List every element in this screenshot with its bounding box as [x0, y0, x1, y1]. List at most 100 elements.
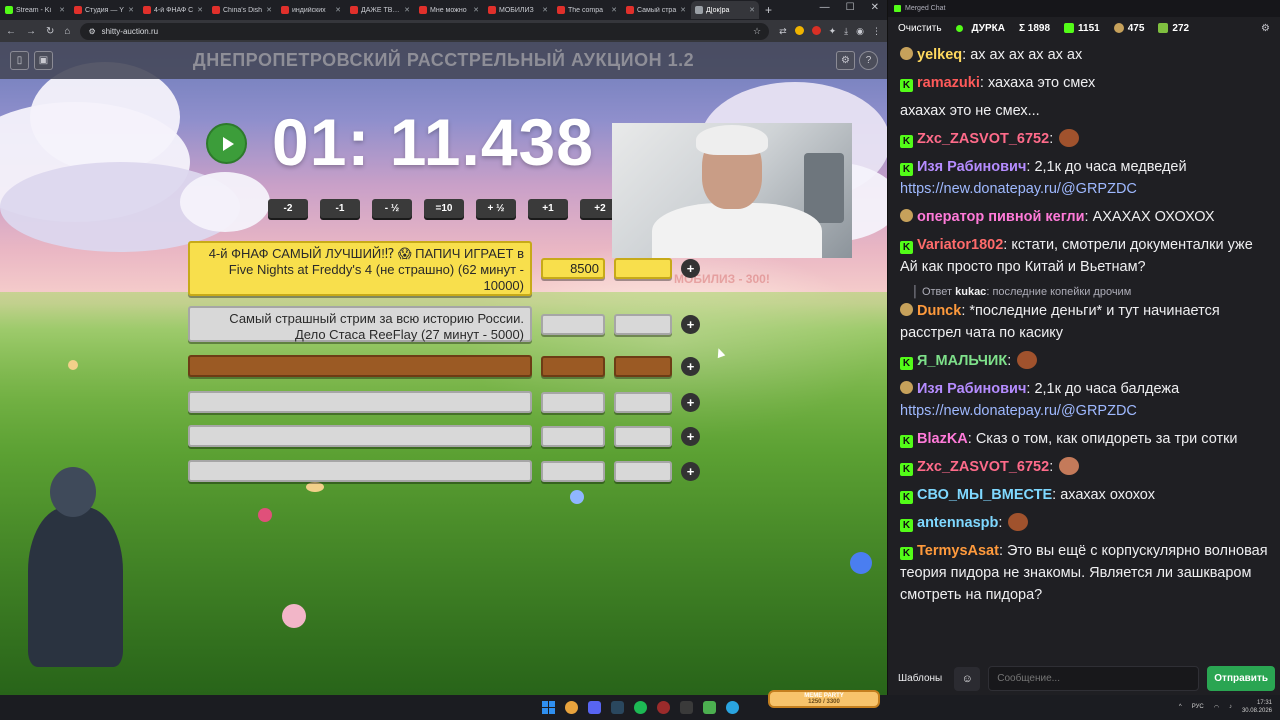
lot-amount-field[interactable]	[541, 425, 605, 447]
steam-icon[interactable]	[610, 701, 624, 714]
help-icon[interactable]: ?	[859, 51, 878, 70]
time-adjust-button[interactable]: + ½	[476, 199, 516, 218]
play-button[interactable]	[206, 123, 247, 164]
maximize-icon[interactable]: ☐	[846, 2, 855, 13]
close-icon[interactable]: ✕	[611, 6, 617, 14]
close-icon[interactable]: ✕	[335, 6, 341, 14]
lot-name-field[interactable]: Самый страшный стрим за всю историю Росс…	[188, 306, 532, 342]
close-icon[interactable]: ✕	[404, 6, 410, 14]
menu-icon[interactable]: ⋮	[872, 26, 881, 37]
chat-link[interactable]: https://new.donatepay.ru/@GRPZDC	[900, 181, 1137, 197]
home-icon[interactable]: ⌂	[64, 26, 70, 37]
extension-icon[interactable]	[794, 25, 804, 37]
chevron-up-icon[interactable]: ^	[1179, 704, 1182, 710]
lot-add-amount-field[interactable]	[614, 258, 672, 279]
chat-username[interactable]: Zxc_ZASVOT_6752	[917, 459, 1049, 475]
lot-name-field[interactable]	[188, 355, 532, 377]
message-list[interactable]: yelkeq: ах ах ах ах ах ах Kramazuki: хаха…	[888, 44, 1280, 662]
close-icon[interactable]: ✕	[749, 6, 755, 14]
close-icon[interactable]: ✕	[128, 6, 134, 14]
lot-name-field[interactable]	[188, 425, 532, 447]
close-icon[interactable]: ✕	[59, 6, 65, 14]
time-adjust-button[interactable]: - ½	[372, 199, 412, 218]
chat-link[interactable]: https://new.donatepay.ru/@GRPZDC	[900, 403, 1137, 419]
add-to-lot-button[interactable]: +	[681, 314, 700, 334]
add-to-lot-button[interactable]: +	[681, 259, 700, 278]
lot-name-field[interactable]	[188, 460, 532, 482]
chat-username[interactable]: Я_МАЛЬЧИК	[917, 353, 1007, 369]
clear-button[interactable]: Очистить	[898, 23, 942, 34]
new-tab-button[interactable]: +	[765, 3, 772, 17]
chat-username[interactable]: СВО_МЫ_ВМЕСТЕ	[917, 487, 1052, 503]
chat-username[interactable]: оператор пивной кегли	[917, 209, 1085, 225]
lot-amount-field[interactable]: 8500	[541, 258, 605, 279]
lot-name-field[interactable]	[188, 391, 532, 413]
browser-tab[interactable]: Самый стра ✕	[622, 1, 690, 19]
lot-amount-field[interactable]	[541, 313, 605, 335]
browser-tab[interactable]: Мне можно ✕	[415, 1, 483, 19]
chrome-icon[interactable]	[564, 701, 578, 714]
windows-start-icon[interactable]	[541, 701, 555, 714]
browser-tab[interactable]: Студия — Y ✕	[70, 1, 138, 19]
chat-username[interactable]: TermysAsat	[917, 543, 999, 559]
browser-tab[interactable]: 4-й ФНАФ С ✕	[139, 1, 207, 19]
chat-username[interactable]: Dunck	[917, 303, 961, 319]
add-to-lot-button[interactable]: +	[681, 426, 700, 446]
time-adjust-button[interactable]: +1	[528, 199, 568, 218]
lot-add-amount-field[interactable]	[614, 313, 672, 335]
lot-add-amount-field[interactable]	[614, 355, 672, 377]
bookmark-star-icon[interactable]: ☆	[753, 26, 761, 37]
lot-add-amount-field[interactable]	[614, 391, 672, 413]
browser-tab[interactable]: Stream - Ki ✕	[1, 1, 69, 19]
lot-name-field[interactable]: 4-й ФНАФ САМЫЙ ЛУЧШИЙ!⁉ 😱 ПАПИЧ ИГРАЕТ в…	[188, 241, 532, 296]
close-icon[interactable]: ✕	[871, 2, 879, 13]
lot-amount-field[interactable]	[541, 391, 605, 413]
site-info-icon[interactable]: ⚙	[88, 27, 95, 36]
address-bar[interactable]: ⚙ shitty-auction.ru ☆	[80, 22, 770, 40]
gear-icon[interactable]: ⚙	[1261, 23, 1270, 34]
browser-tab[interactable]: The compa ✕	[553, 1, 621, 19]
browser-tab[interactable]: Д[ок]ра ✕	[691, 1, 759, 19]
reload-icon[interactable]: ↻	[46, 26, 54, 37]
clock[interactable]: 17:31 30.08.2026	[1242, 699, 1272, 715]
puzzle-icon[interactable]: ✦	[829, 26, 837, 37]
chat-username[interactable]: Zxc_ZASVOT_6752	[917, 131, 1049, 147]
chat-username[interactable]: Изя Рабинович	[917, 381, 1026, 397]
browser-tab[interactable]: ДАЖЕ ТВИТ ✕	[346, 1, 414, 19]
chat-username[interactable]: yelkeq	[917, 47, 962, 63]
minimize-icon[interactable]: —	[820, 2, 830, 13]
wifi-icon[interactable]: ◠	[1214, 704, 1219, 711]
lot-amount-field[interactable]	[541, 355, 605, 377]
settings-icon[interactable]: ⚙	[836, 51, 855, 70]
sidebar-toggle-icon[interactable]: ▯	[10, 51, 29, 70]
browser-tab[interactable]: China's Dish ✕	[208, 1, 276, 19]
extension-icon[interactable]	[811, 25, 821, 37]
translate-icon[interactable]: ⇄	[779, 26, 787, 37]
close-icon[interactable]: ✕	[473, 6, 479, 14]
templates-button[interactable]: Шаблоны	[894, 673, 946, 684]
chat-username[interactable]: Изя Рабинович	[917, 159, 1026, 175]
chat-username[interactable]: BlazKA	[917, 431, 968, 447]
send-button[interactable]: Отправить	[1207, 666, 1275, 691]
lot-add-amount-field[interactable]	[614, 425, 672, 447]
time-adjust-button[interactable]: =10	[424, 199, 464, 218]
emoji-icon[interactable]: ☺	[954, 666, 981, 691]
chat-username[interactable]: Variator1802	[917, 237, 1003, 253]
volume-icon[interactable]: ♪	[1229, 704, 1232, 710]
obs-icon[interactable]	[679, 701, 693, 714]
back-icon[interactable]: ←	[6, 26, 16, 37]
lot-amount-field[interactable]	[541, 460, 605, 482]
chat-username[interactable]: ramazuki	[917, 75, 980, 91]
app-icon[interactable]	[702, 701, 716, 714]
profile-icon[interactable]: ◉	[856, 26, 864, 37]
add-to-lot-button[interactable]: +	[681, 356, 700, 376]
message-input[interactable]	[988, 666, 1200, 691]
close-icon[interactable]: ✕	[542, 6, 548, 14]
add-to-lot-button[interactable]: +	[681, 392, 700, 412]
chat-username[interactable]: antennaspb	[917, 515, 998, 531]
add-to-lot-button[interactable]: +	[681, 461, 700, 481]
app-icon[interactable]	[656, 701, 670, 714]
time-adjust-button[interactable]: -2	[268, 199, 308, 218]
browser-tab[interactable]: индийских ✕	[277, 1, 345, 19]
spotify-icon[interactable]	[633, 701, 647, 714]
